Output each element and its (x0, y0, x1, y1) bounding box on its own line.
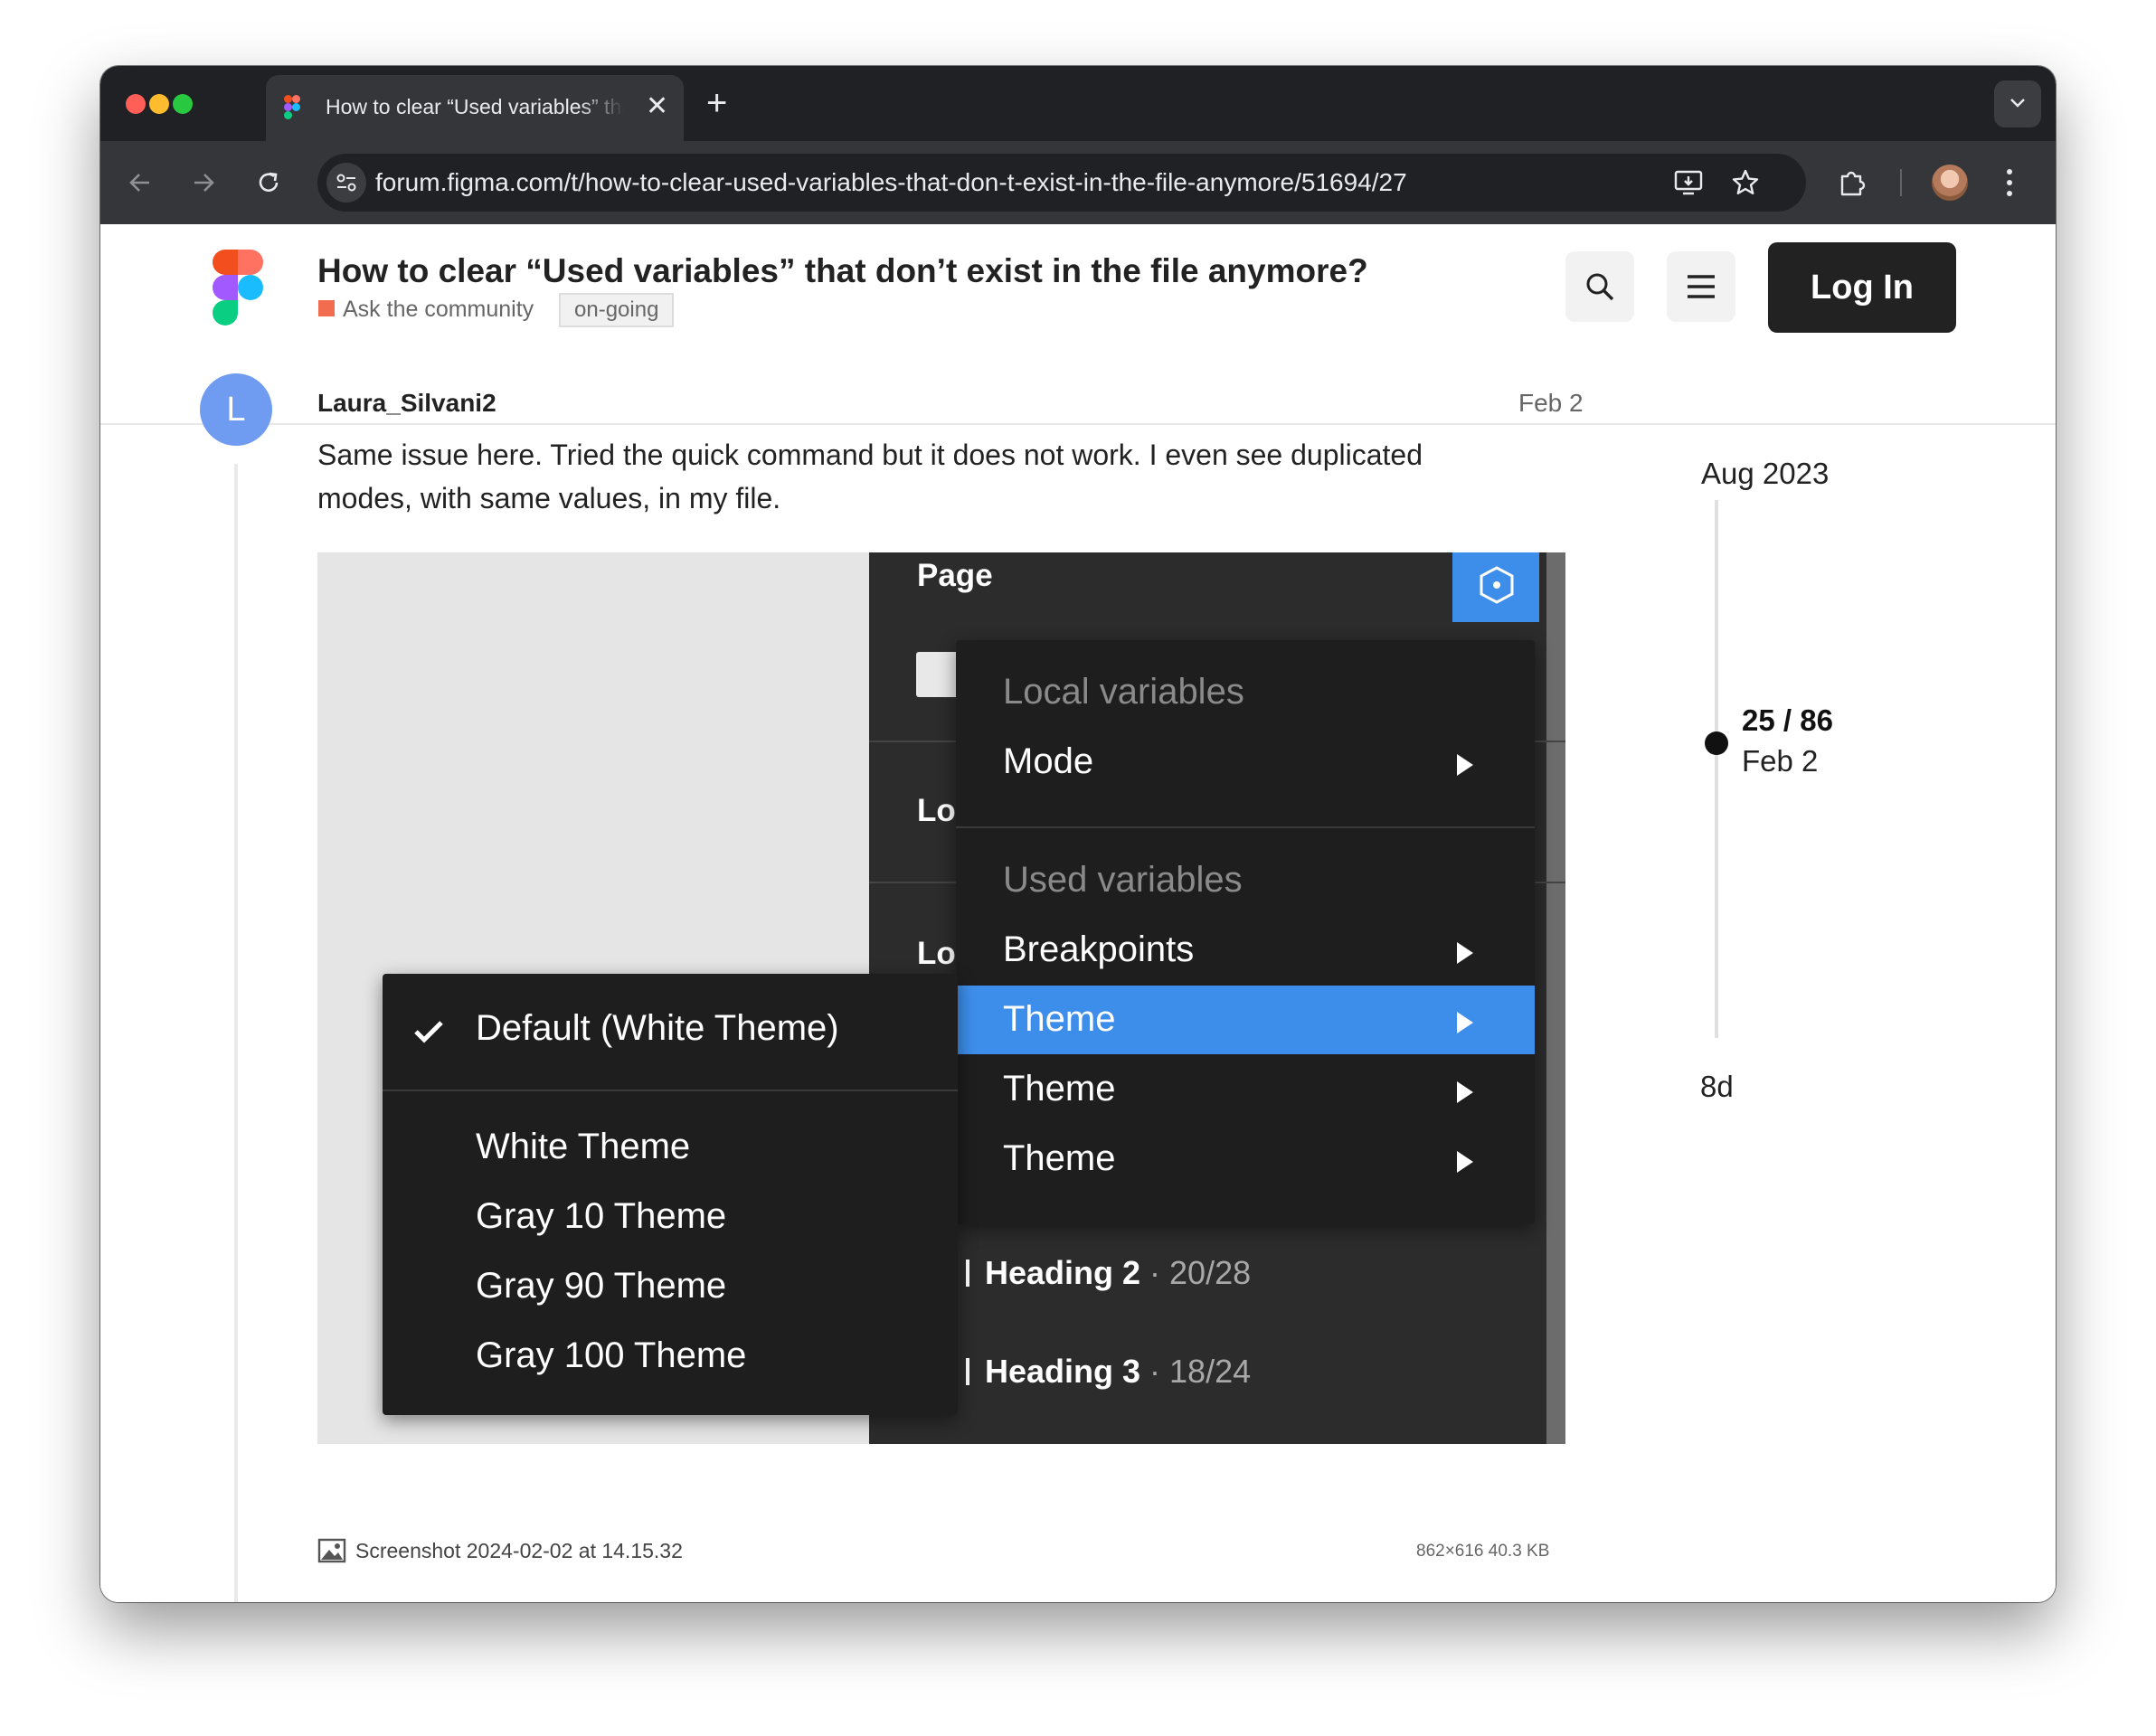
menu-section-used-variables: Used variables (1003, 860, 1243, 900)
tab-search-button[interactable] (1994, 80, 2041, 127)
category-link[interactable]: Ask the community (343, 297, 534, 323)
extensions-icon[interactable] (1837, 167, 1868, 198)
image-icon (317, 1538, 346, 1563)
submenu-item[interactable]: Gray 90 Theme (476, 1266, 726, 1307)
forum-page: How to clear “Used variables” that don’t… (100, 224, 2056, 1602)
menu-item-theme[interactable]: Theme (1003, 1069, 1116, 1109)
timeline-handle[interactable] (1705, 731, 1728, 755)
variables-button (1452, 552, 1539, 622)
timeline-start-date[interactable]: Aug 2023 (1701, 457, 1829, 491)
close-window-button[interactable] (126, 94, 146, 114)
post-image[interactable]: Page Loc Loc Heading 2 · 20/28 Heading 3… (317, 552, 1565, 1444)
tab-strip: How to clear “Used variables” that don’t… (100, 66, 2056, 141)
figma-favicon-icon (284, 95, 300, 119)
variables-context-menu: Local variables Mode Used variables Brea… (956, 640, 1535, 1224)
submenu-item-default[interactable]: Default (White Theme) (476, 1008, 839, 1049)
style-swatch-bar (966, 1358, 969, 1385)
close-tab-icon[interactable]: ✕ (646, 93, 668, 120)
hamburger-icon (1688, 275, 1715, 298)
submenu-arrow-icon (1457, 754, 1473, 776)
address-bar[interactable]: forum.figma.com/t/how-to-clear-used-vari… (317, 154, 1806, 212)
maximize-window-button[interactable] (173, 94, 193, 114)
submenu-arrow-icon (1457, 1081, 1473, 1103)
tab-active[interactable]: How to clear “Used variables” that don’t… (266, 75, 684, 141)
style-heading-3: Heading 3 · 18/24 (985, 1353, 1251, 1391)
install-app-icon[interactable] (1674, 169, 1703, 196)
menu-section-local-variables: Local variables (1003, 672, 1244, 712)
browser-window: How to clear “Used variables” that don’t… (100, 66, 2056, 1602)
menu-item-theme-selected[interactable]: Theme (1003, 999, 1116, 1040)
bookmark-star-icon[interactable] (1731, 168, 1760, 197)
timeline-position-date: Feb 2 (1742, 744, 1819, 778)
hexagon-icon (1480, 566, 1514, 604)
login-button[interactable]: Log In (1768, 242, 1956, 333)
style-name: Heading 2 (985, 1254, 1141, 1291)
minimize-window-button[interactable] (149, 94, 169, 114)
image-caption[interactable]: Screenshot 2024-02-02 at 14.15.32 (355, 1539, 683, 1563)
more-options-icon[interactable] (2005, 166, 2014, 199)
site-info-button[interactable] (326, 163, 366, 203)
tab-title: How to clear “Used variables” that don’t… (326, 95, 624, 118)
new-tab-button[interactable]: + (706, 85, 727, 121)
menu-button[interactable] (1667, 251, 1735, 322)
style-value: · 18/24 (1140, 1353, 1252, 1390)
submenu-arrow-icon (1457, 1151, 1473, 1173)
thread-line (234, 464, 238, 1602)
submenu-item[interactable]: Gray 10 Theme (476, 1196, 726, 1237)
menu-separator (956, 826, 1535, 828)
submenu-item[interactable]: White Theme (476, 1127, 690, 1167)
profile-avatar[interactable] (1932, 165, 1968, 201)
search-button[interactable] (1565, 251, 1634, 322)
style-heading-2: Heading 2 · 20/28 (985, 1254, 1251, 1292)
menu-separator (383, 1090, 958, 1091)
category-color-badge (318, 300, 335, 316)
figma-logo-icon[interactable] (213, 250, 263, 326)
submenu-arrow-icon (1457, 1012, 1473, 1033)
menu-item-breakpoints[interactable]: Breakpoints (1003, 929, 1194, 970)
timeline-position: 25 / 86 (1742, 703, 1833, 737)
tune-icon (336, 174, 356, 192)
url-text: forum.figma.com/t/how-to-clear-used-vari… (375, 168, 1407, 196)
submenu-arrow-icon (1457, 942, 1473, 964)
avatar[interactable]: L (200, 373, 272, 446)
back-arrow-icon[interactable] (126, 168, 155, 197)
toolbar-divider (1900, 169, 1902, 196)
style-value: · 20/28 (1140, 1254, 1252, 1291)
theme-submenu: Default (White Theme) White Theme Gray 1… (383, 974, 958, 1415)
post-date[interactable]: Feb 2 (1518, 389, 1584, 418)
post-username[interactable]: Laura_Silvani2 (317, 389, 496, 418)
submenu-item[interactable]: Gray 100 Theme (476, 1335, 746, 1376)
style-name: Heading 3 (985, 1353, 1141, 1390)
chevron-down-icon (2010, 99, 2025, 108)
header-divider (100, 423, 2056, 425)
image-meta: 862×616 40.3 KB (1416, 1542, 1550, 1561)
panel-title: Page (917, 558, 993, 593)
topic-tag[interactable]: on-going (559, 293, 675, 327)
color-swatch (916, 652, 961, 697)
forward-arrow-icon[interactable] (189, 168, 218, 197)
checkmark-icon (414, 1021, 443, 1043)
menu-item-mode[interactable]: Mode (1003, 741, 1093, 782)
panel-scrollbar (1546, 552, 1565, 1444)
post-body: Same issue here. Tried the quick command… (317, 439, 1423, 514)
style-swatch-bar (966, 1260, 969, 1287)
menu-item-theme[interactable]: Theme (1003, 1138, 1116, 1179)
timeline-track[interactable] (1715, 500, 1718, 1038)
timeline-end-date[interactable]: 8d (1700, 1070, 1734, 1104)
browser-toolbar: forum.figma.com/t/how-to-clear-used-vari… (100, 141, 2056, 224)
topic-title[interactable]: How to clear “Used variables” that don’t… (317, 252, 1368, 290)
search-icon (1586, 273, 1614, 301)
reload-icon[interactable] (254, 168, 283, 197)
